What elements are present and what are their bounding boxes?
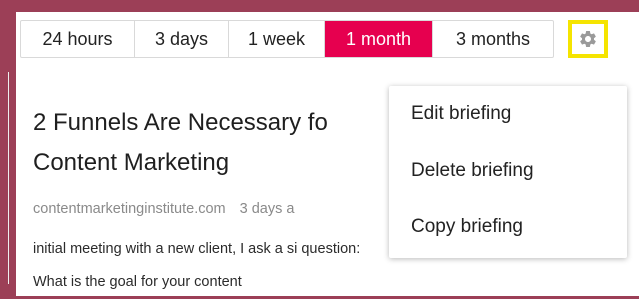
- menu-item-delete-briefing[interactable]: Delete briefing: [411, 160, 534, 182]
- article-source[interactable]: contentmarketinginstitute.com: [33, 201, 226, 217]
- tab-3-days[interactable]: 3 days: [135, 21, 229, 57]
- briefing-context-menu: Edit briefing Delete briefing Copy brief…: [389, 86, 627, 258]
- article-title[interactable]: 2 Funnels Are Necessary fo Content Marke…: [33, 103, 393, 183]
- tab-1-month[interactable]: 1 month: [325, 21, 433, 57]
- menu-item-copy-briefing[interactable]: Copy briefing: [411, 216, 523, 238]
- time-range-tabs: 24 hours 3 days 1 week 1 month 3 months: [20, 20, 554, 58]
- tab-24-hours[interactable]: 24 hours: [21, 21, 135, 57]
- article-meta: contentmarketinginstitute.com 3 days a: [33, 201, 294, 217]
- article-age: 3 days a: [239, 201, 295, 217]
- tab-1-week[interactable]: 1 week: [229, 21, 325, 57]
- article-excerpt: initial meeting with a new client, I ask…: [33, 241, 361, 290]
- menu-item-edit-briefing[interactable]: Edit briefing: [411, 103, 511, 125]
- tab-3-months[interactable]: 3 months: [433, 21, 553, 57]
- gear-icon: [580, 30, 596, 47]
- settings-button[interactable]: [568, 20, 608, 58]
